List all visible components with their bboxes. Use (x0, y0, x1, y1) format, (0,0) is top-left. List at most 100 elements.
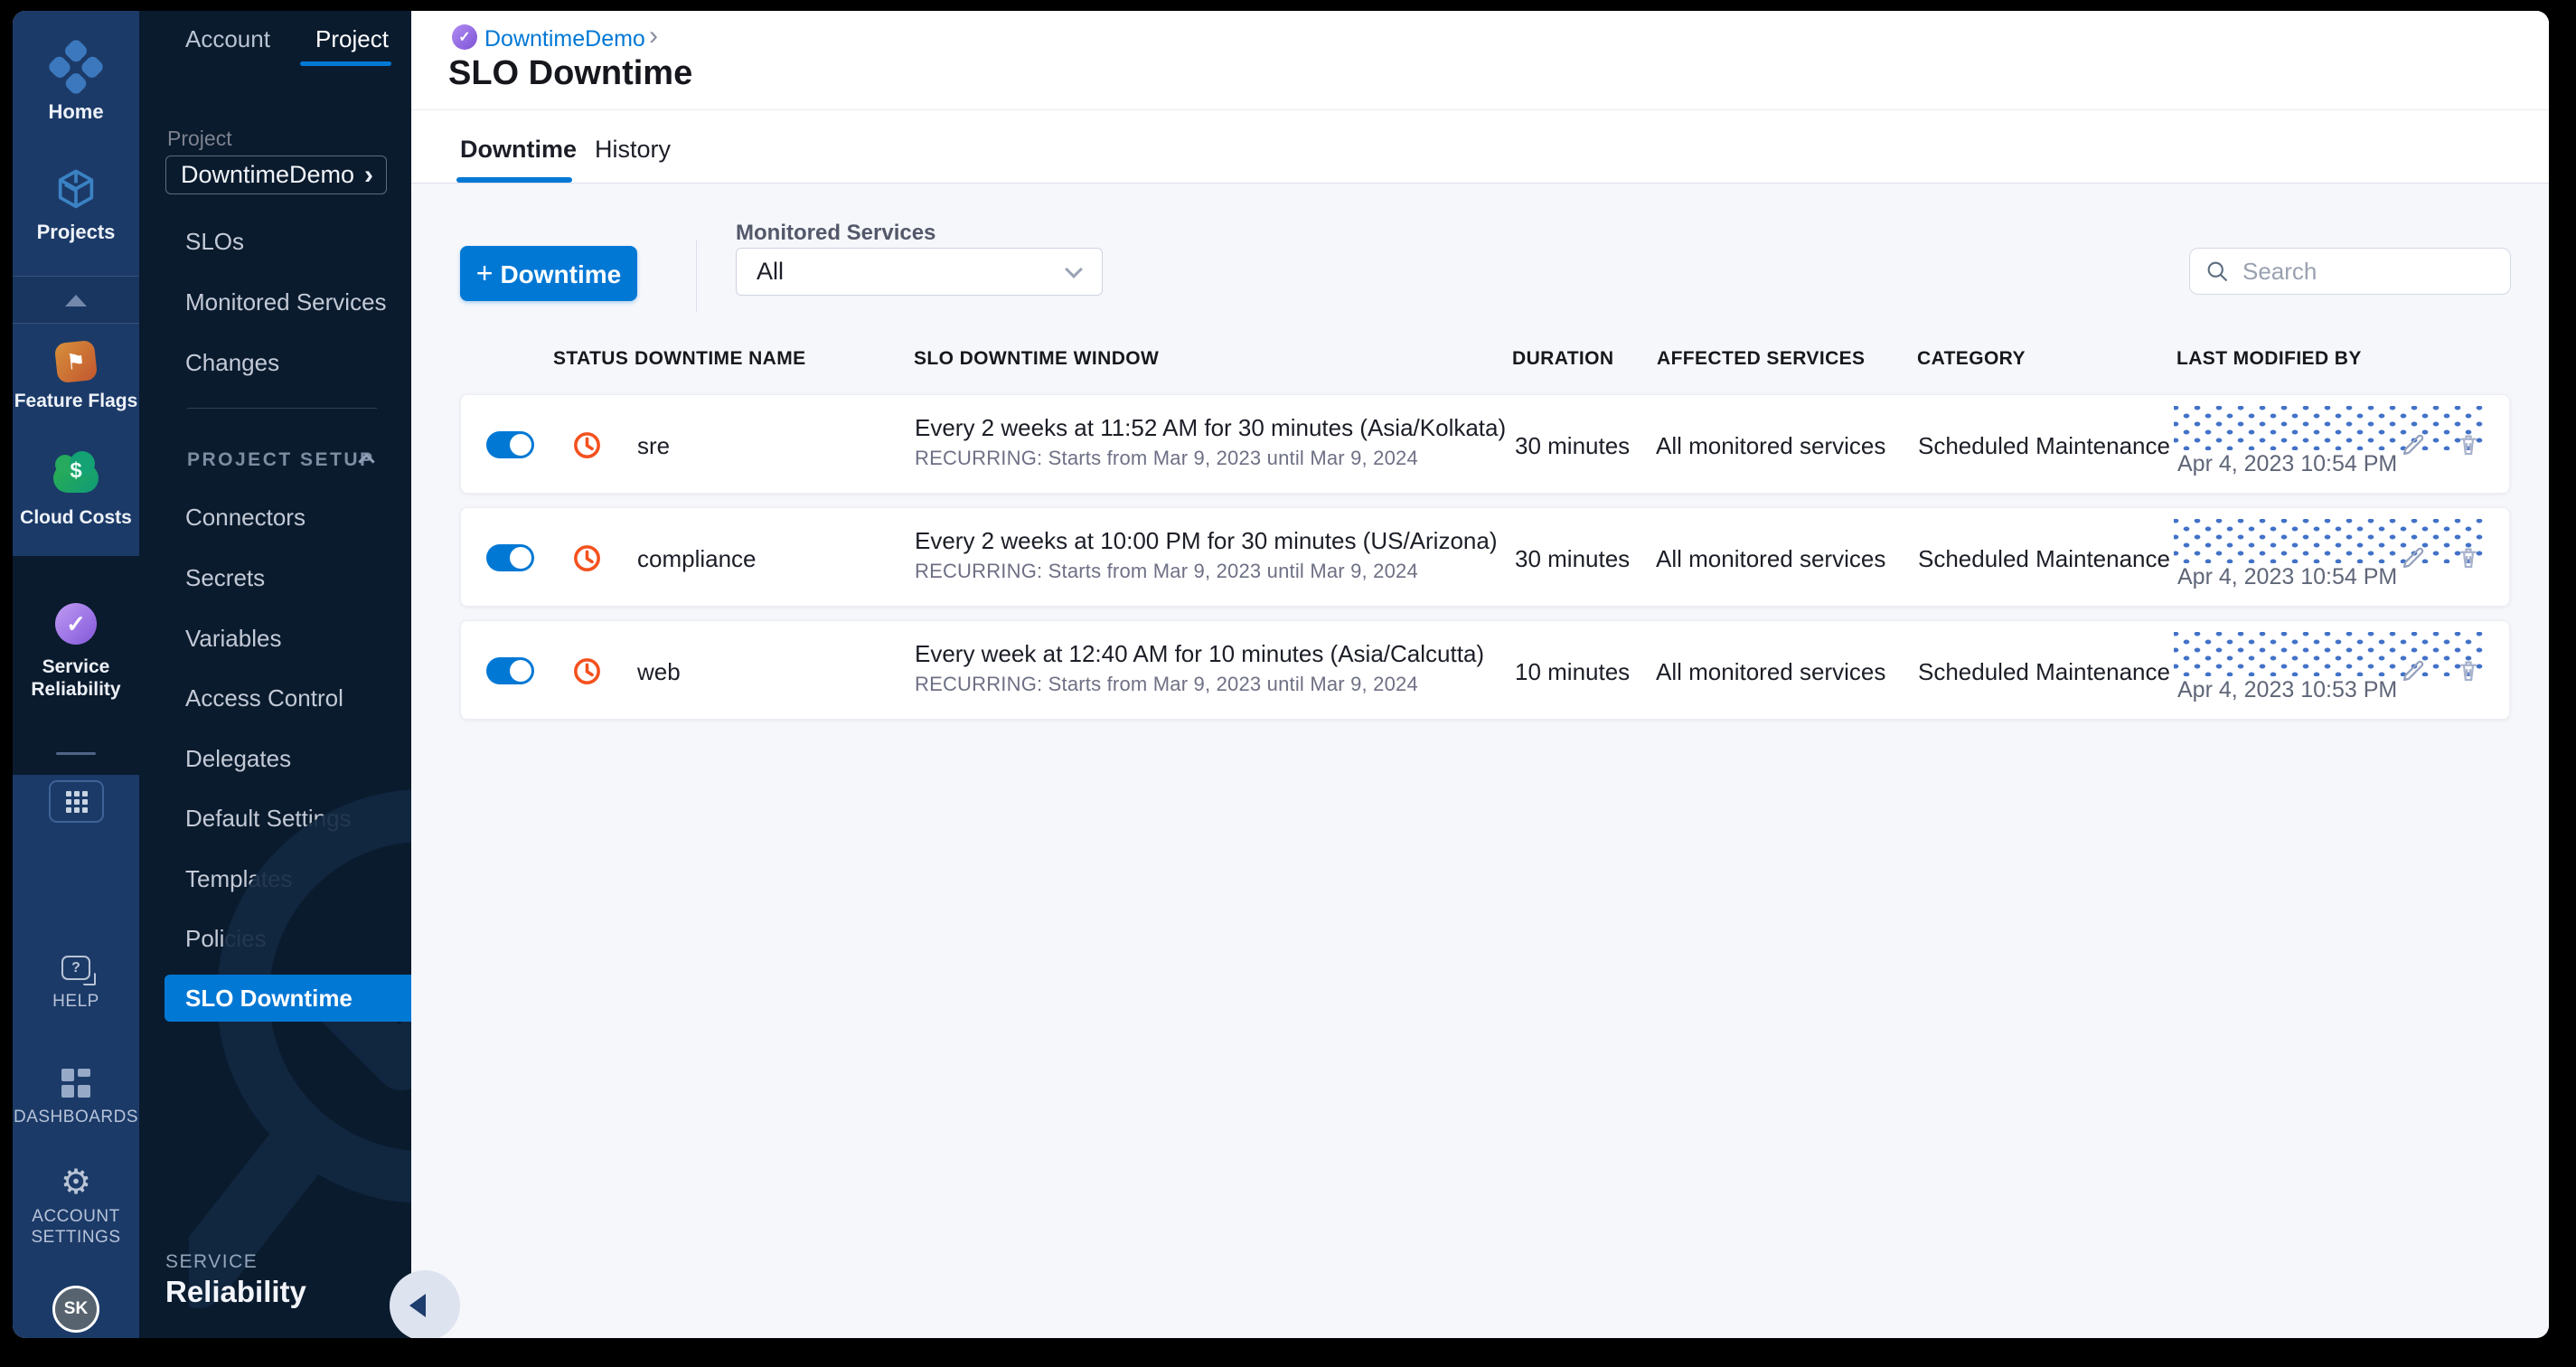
rail-item-dashboards[interactable]: DASHBOARDS (13, 1069, 139, 1127)
new-downtime-button[interactable]: + Downtime (460, 246, 637, 301)
downtime-window: Every week at 12:40 AM for 10 minutes (A… (915, 640, 1485, 667)
plus-icon: + (475, 257, 494, 289)
delete-icon[interactable] (2455, 657, 2482, 684)
rail-item-cloud-costs[interactable]: $ Cloud Costs (13, 451, 139, 529)
feature-flags-icon: ⚑ (53, 339, 99, 384)
tab-downtime[interactable]: Downtime (460, 136, 577, 164)
rail-item-label: ACCOUNT SETTINGS (31, 1207, 121, 1247)
cloud-costs-icon: $ (53, 451, 99, 493)
project-select[interactable]: DowntimeDemo › (165, 156, 387, 194)
edit-icon[interactable] (2400, 657, 2427, 684)
downtime-name: compliance (637, 545, 757, 572)
redacted-user-name (2174, 406, 2486, 450)
table-row[interactable]: web Every week at 12:40 AM for 10 minute… (460, 620, 2510, 720)
sidebar-item-monitored-services[interactable]: Monitored Services (185, 287, 387, 317)
chevron-left-icon (409, 1294, 426, 1317)
rail-item-label: HELP (52, 992, 99, 1011)
affected-services: All monitored services (1656, 432, 1886, 459)
monitored-services-select[interactable]: All (736, 248, 1103, 296)
rail-item-label: DASHBOARDS (13, 1108, 139, 1127)
downtime-category: Scheduled Maintenance (1918, 658, 2170, 685)
downtime-toggle[interactable] (486, 544, 534, 571)
sidebar-item-slo-downtime[interactable]: SLO Downtime (165, 975, 411, 1022)
redacted-user-name (2174, 519, 2486, 563)
sidebar-item-connectors[interactable]: Connectors (185, 502, 306, 533)
project-module-icon: ✓ (452, 24, 477, 50)
table-row[interactable]: sre Every 2 weeks at 11:52 AM for 30 min… (460, 394, 2510, 494)
rail-item-help[interactable]: ? HELP (13, 956, 139, 1012)
rail-item-home[interactable]: Home (13, 37, 139, 124)
help-chat-icon: ? (61, 956, 96, 985)
column-header: DOWNTIME NAME (635, 348, 806, 369)
sidebar-tab-account[interactable]: Account (185, 25, 270, 53)
rail-item-label: Service Reliability (31, 656, 121, 700)
chevron-down-icon (1065, 259, 1083, 278)
last-modified-timestamp: Apr 4, 2023 10:54 PM (2177, 564, 2398, 589)
app-window: Home Projects ⚑ Feature Flags $ Cloud Co… (13, 11, 2549, 1338)
sidebar-item-secrets[interactable]: Secrets (185, 562, 265, 593)
breadcrumb[interactable]: DowntimeDemo (484, 26, 645, 52)
search-box (2189, 248, 2511, 295)
column-header: AFFECTED SERVICES (1657, 348, 1866, 369)
downtime-duration: 30 minutes (1515, 432, 1631, 459)
chevron-right-icon: › (364, 159, 373, 190)
downtime-toggle[interactable] (486, 657, 534, 684)
sidebar-item-delegates[interactable]: Delegates (185, 743, 291, 774)
sidebar-item-changes[interactable]: Changes (185, 347, 279, 378)
rail-divider (56, 752, 96, 755)
last-modified-timestamp: Apr 4, 2023 10:53 PM (2177, 677, 2398, 702)
project-sidebar: Account Project Project DowntimeDemo › S… (139, 11, 411, 1338)
rail-item-label: Cloud Costs (20, 507, 132, 528)
sidebar-collapse-button[interactable] (390, 1270, 460, 1338)
delete-icon[interactable] (2455, 544, 2482, 571)
edit-icon[interactable] (2400, 431, 2427, 458)
rail-item-label: Projects (36, 221, 116, 243)
gear-icon: ⚙ (60, 1164, 92, 1202)
breadcrumb-chevron-icon: › (649, 21, 658, 51)
sidebar-footer-name: Reliability (165, 1275, 306, 1308)
rail-item-projects[interactable]: Projects (13, 166, 139, 244)
affected-services: All monitored services (1656, 658, 1886, 685)
active-tab-underline (456, 177, 572, 183)
sidebar-item-access-control[interactable]: Access Control (185, 683, 343, 713)
sidebar-item-slos[interactable]: SLOs (185, 226, 244, 257)
home-icon (46, 37, 106, 97)
rail-item-account-settings[interactable]: ⚙ ACCOUNT SETTINGS (13, 1164, 139, 1248)
module-picker-button[interactable] (49, 780, 104, 823)
downtime-recurrence: RECURRING: Starts from Mar 9, 2023 until… (915, 560, 1418, 582)
dashboards-icon (61, 1069, 90, 1098)
page-tabbar: Downtime History (411, 110, 2549, 184)
downtime-duration: 10 minutes (1515, 658, 1631, 685)
redacted-user-name (2174, 632, 2486, 676)
rail-item-label: Feature Flags (14, 391, 138, 411)
table-row[interactable]: compliance Every 2 weeks at 10:00 PM for… (460, 507, 2510, 607)
downtime-window: Every 2 weeks at 11:52 AM for 30 minutes… (915, 414, 1507, 441)
downtime-toggle[interactable] (486, 431, 534, 458)
downtime-name: web (637, 658, 681, 685)
recurring-clock-icon (574, 432, 600, 458)
rail-item-service-reliability[interactable]: ✓ Service Reliability (13, 603, 139, 701)
affected-services: All monitored services (1656, 545, 1886, 572)
main-area: ✓ DowntimeDemo › SLO Downtime Downtime H… (411, 11, 2549, 1338)
downtime-content: +Downtime Monitored Services All STATUS … (411, 184, 2549, 1338)
delete-icon[interactable] (2455, 431, 2482, 458)
tab-history[interactable]: History (595, 136, 671, 164)
rail-collapse-band[interactable] (13, 276, 139, 324)
user-avatar[interactable]: SK (52, 1286, 99, 1333)
downtime-recurrence: RECURRING: Starts from Mar 9, 2023 until… (915, 673, 1418, 695)
module-rail: Home Projects ⚑ Feature Flags $ Cloud Co… (13, 11, 139, 1338)
downtime-window: Every 2 weeks at 10:00 PM for 30 minutes… (915, 527, 1498, 554)
column-header: DURATION (1512, 348, 1614, 369)
rail-item-feature-flags[interactable]: ⚑ Feature Flags (13, 339, 139, 412)
sidebar-divider (187, 408, 377, 409)
downtime-duration: 30 minutes (1515, 545, 1631, 572)
reliability-watermark (189, 789, 411, 1308)
column-header: SLO DOWNTIME WINDOW (914, 348, 1160, 369)
edit-icon[interactable] (2400, 544, 2427, 571)
sidebar-item-variables[interactable]: Variables (185, 623, 281, 654)
sidebar-tab-project[interactable]: Project (315, 25, 389, 53)
search-input[interactable] (2242, 257, 2487, 286)
toolbar-divider (696, 240, 697, 312)
sidebar-section-project-setup[interactable]: PROJECT SETUP (187, 449, 375, 471)
chevron-up-icon (65, 295, 87, 306)
